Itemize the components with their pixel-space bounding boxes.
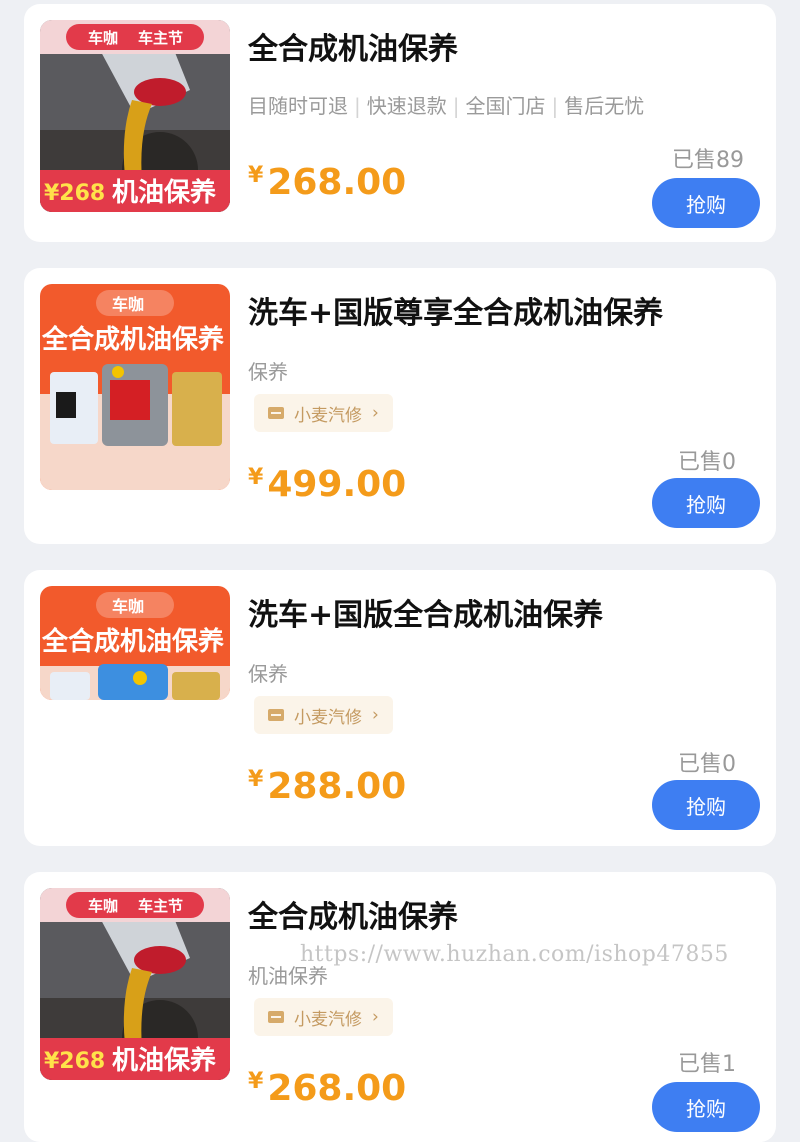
product-price: ¥288.00 bbox=[248, 766, 406, 807]
tag: 目随时可退 bbox=[248, 94, 348, 118]
badge-label: 车主节 bbox=[138, 29, 183, 47]
price-value: 268.00 bbox=[267, 162, 407, 203]
watermark-text: https://www.huzhan.com/ishop47855 bbox=[300, 942, 729, 967]
product-title: 全合成机油保养 bbox=[248, 900, 458, 935]
product-title: 全合成机油保养 bbox=[248, 32, 458, 67]
product-card[interactable]: 车咖 车主节 ¥268 机油保养 全合成机油保养 机油保养 小麦汽修 › ¥26… bbox=[24, 872, 776, 1142]
brand-label: 车咖 bbox=[88, 897, 118, 915]
product-image: 车咖 车主节 ¥268 机油保养 bbox=[40, 20, 230, 212]
currency-symbol: ¥ bbox=[248, 1069, 264, 1094]
product-price: ¥499.00 bbox=[248, 464, 406, 505]
shop-name: 小麦汽修 bbox=[294, 1009, 362, 1030]
product-price: ¥268.00 bbox=[248, 1068, 406, 1109]
product-category: 保养 bbox=[248, 360, 288, 384]
buy-button[interactable]: 抢购 bbox=[652, 478, 760, 528]
product-card[interactable]: 车咖 全合成机油保养 洗车+国版尊享全合成机油保养 保养 小麦汽修 › ¥499… bbox=[24, 268, 776, 544]
brand-label: 车咖 bbox=[112, 295, 144, 314]
banner-label: 全合成机油保养 bbox=[41, 324, 224, 355]
shop-link[interactable]: 小麦汽修 › bbox=[254, 998, 393, 1036]
product-image: 车咖 全合成机油保养 bbox=[40, 284, 230, 490]
store-icon bbox=[268, 407, 284, 419]
price-badge: ¥268 bbox=[44, 181, 105, 206]
chevron-right-icon: › bbox=[372, 705, 379, 725]
price-value: 288.00 bbox=[267, 766, 407, 807]
image-caption: 机油保养 bbox=[112, 177, 216, 208]
product-category: 保养 bbox=[248, 662, 288, 686]
product-image: 车咖 车主节 ¥268 机油保养 bbox=[40, 888, 230, 1080]
product-card[interactable]: 车咖 全合成机油保养 洗车+国版全合成机油保养 保养 小麦汽修 › ¥288.0… bbox=[24, 570, 776, 846]
sold-count: 已售0 bbox=[678, 752, 736, 777]
product-card[interactable]: 车咖 车主节 ¥268 机油保养 全合成机油保养 目随时可退 | 快速退款 | 全国门店… bbox=[24, 4, 776, 242]
brand-label: 车咖 bbox=[88, 29, 118, 47]
badge-label: 车主节 bbox=[138, 897, 183, 915]
chevron-right-icon: › bbox=[372, 1007, 379, 1027]
service-tags: 目随时可退 | 快速退款 | 全国门店 | 售后无忧 bbox=[248, 94, 645, 118]
brand-label: 车咖 bbox=[112, 597, 144, 616]
store-icon bbox=[268, 1011, 284, 1023]
buy-button[interactable]: 抢购 bbox=[652, 1082, 760, 1132]
currency-symbol: ¥ bbox=[248, 163, 264, 188]
buy-button[interactable]: 抢购 bbox=[652, 178, 760, 228]
tag: 快速退款 bbox=[366, 94, 447, 118]
product-title: 洗车+国版全合成机油保养 bbox=[248, 598, 604, 633]
sold-count: 已售89 bbox=[672, 148, 744, 173]
buy-button[interactable]: 抢购 bbox=[652, 780, 760, 830]
currency-symbol: ¥ bbox=[248, 767, 264, 792]
price-badge: ¥268 bbox=[44, 1049, 105, 1074]
product-price: ¥268.00 bbox=[248, 162, 406, 203]
price-value: 268.00 bbox=[267, 1068, 407, 1109]
image-caption: 机油保养 bbox=[112, 1045, 216, 1076]
shop-link[interactable]: 小麦汽修 › bbox=[254, 394, 393, 432]
currency-symbol: ¥ bbox=[248, 465, 264, 490]
sold-count: 已售1 bbox=[678, 1052, 736, 1077]
shop-link[interactable]: 小麦汽修 › bbox=[254, 696, 393, 734]
shop-name: 小麦汽修 bbox=[294, 405, 362, 426]
sold-count: 已售0 bbox=[678, 450, 736, 475]
store-icon bbox=[268, 709, 284, 721]
shop-name: 小麦汽修 bbox=[294, 707, 362, 728]
price-value: 499.00 bbox=[267, 464, 407, 505]
product-image: 车咖 全合成机油保养 bbox=[40, 586, 230, 700]
tag: 全国门店 bbox=[465, 94, 546, 118]
banner-label: 全合成机油保养 bbox=[41, 626, 224, 657]
product-title: 洗车+国版尊享全合成机油保养 bbox=[248, 296, 664, 331]
chevron-right-icon: › bbox=[372, 403, 379, 423]
tag: 售后无忧 bbox=[564, 94, 645, 118]
